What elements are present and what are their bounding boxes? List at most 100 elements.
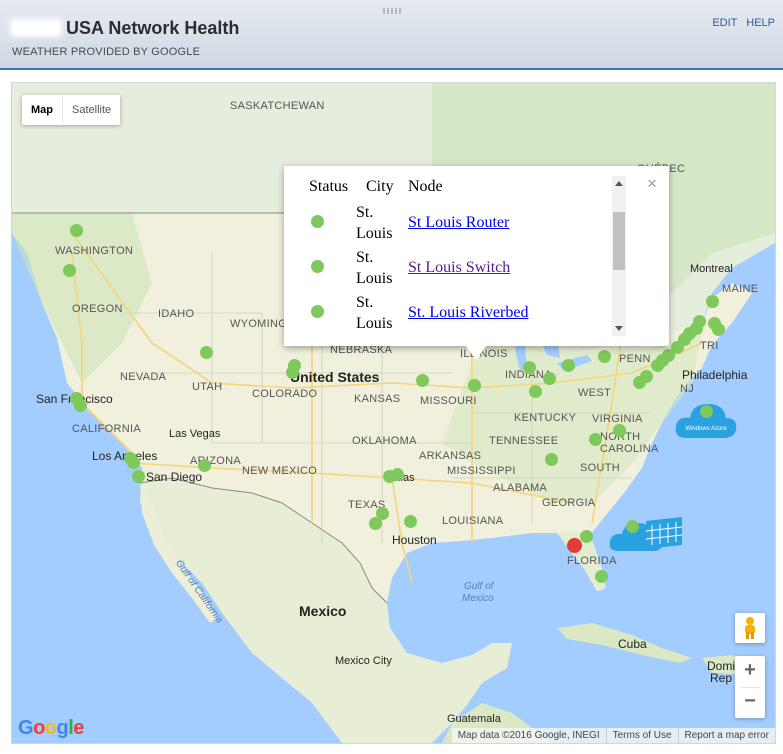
label-mexico: Mexico: [299, 603, 347, 619]
node-marker-up[interactable]: [595, 570, 608, 583]
label-mexico-city: Mexico City: [335, 655, 392, 667]
info-window: × Status City Node St. Louis St Louis Rou…: [284, 166, 669, 360]
node-marker-up[interactable]: [589, 433, 602, 446]
label-oklahoma: OKLAHOMA: [352, 435, 417, 447]
node-marker-up[interactable]: [391, 468, 404, 481]
label-saskatchewan: SASKATCHEWAN: [230, 100, 325, 112]
edit-link[interactable]: EDIT: [712, 17, 737, 29]
node-marker-up[interactable]: [700, 405, 713, 418]
node-marker-up[interactable]: [529, 385, 542, 398]
row2-status-dot: [311, 260, 324, 273]
node-marker-up[interactable]: [613, 424, 626, 437]
row1-status-dot: [311, 215, 324, 228]
node-marker-up[interactable]: [376, 507, 389, 520]
node-marker-up[interactable]: [286, 366, 299, 379]
label-louisiana: LOUISIANA: [442, 515, 504, 527]
label-las-vegas: Las Vegas: [169, 428, 221, 440]
label-san-diego: San Diego: [146, 470, 203, 484]
row1-city: St. Louis: [356, 204, 393, 242]
widget-title-text: USA Network Health: [66, 18, 240, 38]
node-link-st-louis-riverbed[interactable]: St. Louis Riverbed: [408, 304, 528, 321]
row2-node: St Louis Switch: [408, 257, 510, 278]
redacted-prefix: [10, 19, 62, 37]
label-wyoming: WYOMING: [230, 318, 288, 330]
label-idaho: IDAHO: [158, 308, 195, 320]
map-canvas[interactable]: SASKATCHEWAN QUÉBEC WASHINGTON Montreal …: [12, 83, 775, 743]
azure-datacenter-icon[interactable]: [608, 515, 684, 555]
node-marker-up[interactable]: [580, 530, 593, 543]
label-missouri: MISSOURI: [420, 395, 477, 407]
widget-title: USA Network Health: [10, 18, 239, 39]
map-type-control: Map Satellite: [22, 95, 121, 125]
label-tri: TRI: [700, 340, 719, 352]
label-carolina: CAROLINA: [600, 443, 659, 455]
node-link-st-louis-router[interactable]: St Louis Router: [408, 214, 509, 231]
map-data-credit: Map data ©2016 Google, INEGI: [457, 730, 600, 741]
node-marker-up[interactable]: [712, 323, 725, 336]
node-link-st-louis-switch[interactable]: St Louis Switch: [408, 259, 510, 276]
report-map-error-link[interactable]: Report a map error: [677, 728, 775, 743]
node-marker-up[interactable]: [626, 520, 639, 533]
label-washington: WASHINGTON: [55, 245, 134, 257]
node-marker-down[interactable]: [567, 538, 582, 553]
node-marker-up[interactable]: [693, 315, 706, 328]
street-view-pegman-icon[interactable]: [735, 613, 765, 643]
node-marker-up[interactable]: [416, 374, 429, 387]
map-attribution: Map data ©2016 Google, INEGI Terms of Us…: [451, 728, 775, 743]
label-guatemala: Guatemala: [447, 713, 501, 725]
node-marker-up[interactable]: [132, 470, 145, 483]
node-marker-up[interactable]: [706, 295, 719, 308]
node-marker-up[interactable]: [70, 224, 83, 237]
azure-cloud-caption: Windows Azure: [685, 426, 727, 432]
label-houston: Houston: [392, 533, 437, 547]
label-arkansas: ARKANSAS: [419, 450, 482, 462]
label-alabama: ALABAMA: [493, 482, 548, 494]
label-penn: PENN: [619, 353, 651, 365]
node-marker-st-louis[interactable]: [468, 379, 481, 392]
zoom-out-button[interactable]: −: [735, 687, 765, 718]
map-type-satellite-button[interactable]: Satellite: [63, 95, 120, 125]
scroll-up-arrow-icon[interactable]: [615, 181, 623, 186]
close-icon[interactable]: ×: [647, 174, 657, 194]
row2-city: St. Louis: [356, 249, 393, 287]
node-marker-up[interactable]: [562, 359, 575, 372]
label-colorado: COLORADO: [252, 388, 318, 400]
node-marker-up[interactable]: [198, 459, 211, 472]
zoom-control: + −: [735, 656, 765, 718]
drag-handle[interactable]: [383, 8, 403, 14]
pegman-figure-icon: [745, 617, 755, 639]
label-montreal: Montreal: [690, 263, 733, 275]
node-marker-up[interactable]: [598, 350, 611, 363]
node-marker-up[interactable]: [63, 264, 76, 277]
label-oregon: OREGON: [72, 303, 123, 315]
label-maine: MAINE: [722, 283, 759, 295]
info-window-scrollbar[interactable]: [612, 176, 626, 336]
label-gulf-of-mexico-1: Gulf of: [464, 581, 494, 592]
node-marker-up[interactable]: [543, 372, 556, 385]
info-window-tail: [466, 346, 486, 360]
header-links: EDIT HELP: [706, 17, 775, 29]
label-california: CALIFORNIA: [72, 423, 142, 435]
scroll-thumb[interactable]: [613, 212, 625, 270]
node-marker-up[interactable]: [200, 346, 213, 359]
label-utah: UTAH: [192, 381, 223, 393]
terms-of-use-link[interactable]: Terms of Use: [605, 728, 678, 743]
label-nj: NJ: [680, 383, 695, 395]
label-south: SOUTH: [580, 462, 620, 474]
row3-node: St. Louis Riverbed: [408, 302, 528, 323]
widget-header: USA Network Health WEATHER PROVIDED BY G…: [0, 0, 783, 70]
node-marker-up[interactable]: [523, 361, 536, 374]
node-marker-up[interactable]: [545, 453, 558, 466]
label-mississippi: MISSISSIPPI: [447, 465, 516, 477]
node-marker-up[interactable]: [404, 515, 417, 528]
node-marker-up[interactable]: [127, 456, 140, 469]
node-marker-up[interactable]: [640, 370, 653, 383]
node-marker-up[interactable]: [74, 399, 87, 412]
scroll-down-arrow-icon[interactable]: [615, 326, 623, 331]
map-type-map-button[interactable]: Map: [22, 95, 63, 125]
label-cuba: Cuba: [618, 637, 647, 651]
help-link[interactable]: HELP: [746, 17, 775, 29]
label-tennessee: TENNESSEE: [489, 435, 559, 447]
zoom-in-button[interactable]: +: [735, 656, 765, 687]
label-philadelphia: Philadelphia: [682, 368, 748, 382]
